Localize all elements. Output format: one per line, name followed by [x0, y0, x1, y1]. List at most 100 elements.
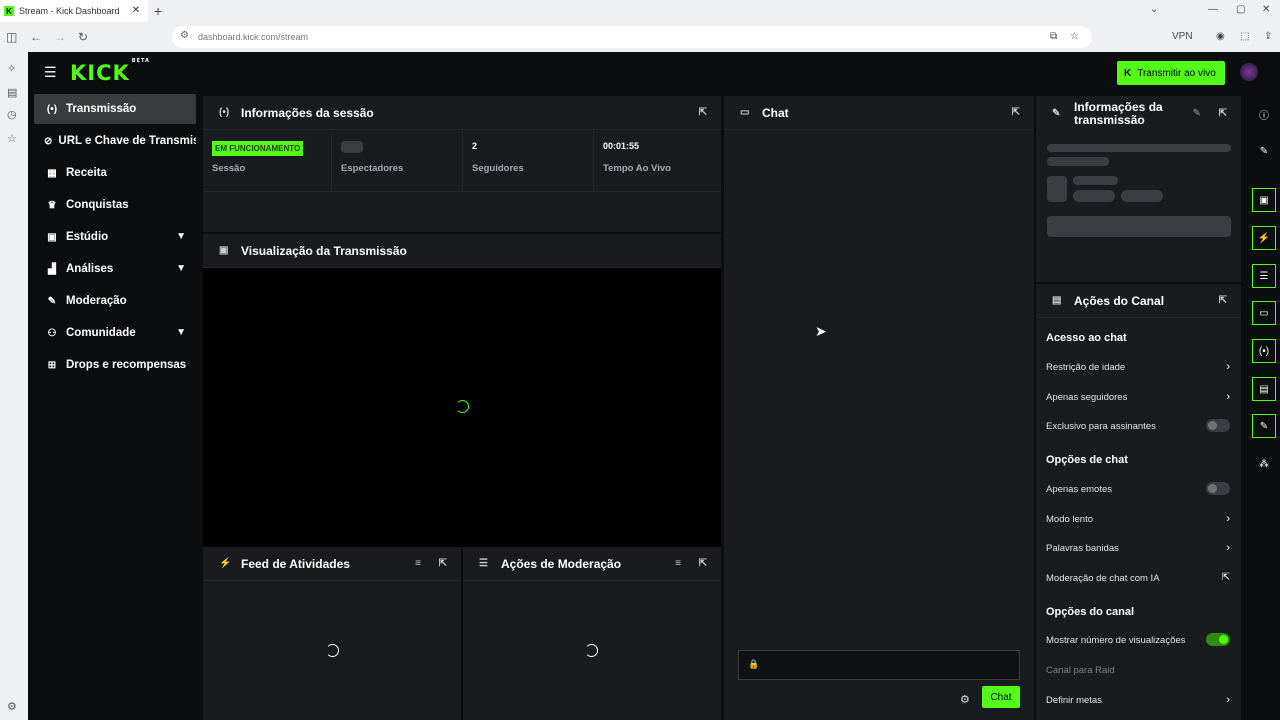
browser-tab[interactable]: K Stream - Kick Dashboard ✕: [0, 0, 148, 22]
popout-icon[interactable]: ⇱: [699, 107, 707, 118]
sidebar-item-comunidade[interactable]: ⚇ Comunidade ▼: [34, 318, 196, 348]
followers-only-item[interactable]: Apenas seguidores ›: [1046, 391, 1230, 403]
item-label: Exclusivo para assinantes: [1046, 421, 1156, 432]
slow-mode-item[interactable]: Modo lento ›: [1046, 513, 1230, 525]
subscribers-only-toggle[interactable]: [1206, 419, 1230, 432]
sidebar-item-drops[interactable]: ⊞ Drops e recompensas: [34, 350, 196, 380]
chevron-down-icon: ▼: [176, 231, 186, 242]
panel-title: Ações do Canal: [1074, 293, 1165, 308]
share-icon[interactable]: ⇪: [1264, 31, 1272, 42]
popout-icon[interactable]: ⇱: [1219, 108, 1227, 119]
show-view-count-toggle[interactable]: [1206, 633, 1230, 646]
ai-icon[interactable]: ✧: [7, 62, 16, 75]
sidebar-item-conquistas[interactable]: ♛ Conquistas: [34, 190, 196, 220]
lightning-icon[interactable]: ⚡: [1252, 226, 1276, 250]
close-tab-icon[interactable]: ✕: [132, 5, 140, 16]
menu-icon[interactable]: ☰: [44, 64, 57, 81]
filter-icon[interactable]: ≡: [415, 558, 421, 569]
banned-words-item[interactable]: Palavras banidas ›: [1046, 542, 1230, 554]
filter-icon[interactable]: ≡: [675, 558, 681, 569]
popout-icon[interactable]: ⇱: [439, 558, 447, 569]
raid-channel-item: Canal para Raid: [1046, 665, 1230, 676]
item-label: Mostrar número de visualizações: [1046, 635, 1186, 646]
reload-icon[interactable]: ↻: [78, 30, 88, 44]
stream-preview-panel: ▣ Visualização da Transmissão: [203, 234, 721, 547]
minimize-icon[interactable]: —: [1208, 4, 1218, 15]
new-tab-icon[interactable]: +: [154, 3, 162, 19]
skeleton-placeholder: [1073, 176, 1118, 185]
sidebar-item-receita[interactable]: ▦ Receita: [34, 158, 196, 188]
back-icon[interactable]: ←: [30, 30, 42, 44]
sidebar-item-estudio[interactable]: ▣ Estúdio ▼: [34, 222, 196, 252]
sidebar-item-analises[interactable]: ▟ Análises ▼: [34, 254, 196, 284]
forward-icon[interactable]: →: [54, 30, 66, 44]
close-window-icon[interactable]: ✕: [1262, 4, 1270, 15]
settings-icon[interactable]: ⚙: [7, 700, 17, 713]
site-info-icon[interactable]: ⚙: [180, 30, 189, 41]
popout-icon[interactable]: ⇱: [1012, 107, 1020, 118]
item-label: Apenas seguidores: [1046, 392, 1128, 403]
wallet-side-icon[interactable]: ▤: [7, 86, 17, 99]
sidebar-item-label: Conquistas: [66, 199, 129, 211]
loading-spinner: [456, 400, 469, 413]
moderation-actions-panel: ☰ Ações de Moderação ≡ ⇱: [463, 547, 721, 720]
favorites-icon[interactable]: ☆: [7, 132, 17, 145]
panel-title: Informações da sessão: [241, 105, 374, 120]
chat-input[interactable]: 🔒: [738, 650, 1020, 680]
emotes-only-toggle[interactable]: [1206, 482, 1230, 495]
show-view-count-item: Mostrar número de visualizações: [1046, 633, 1230, 646]
skeleton-placeholder: [1047, 216, 1231, 237]
sidebar-item-url-chave[interactable]: ⊘ URL e Chave de Transmissão: [34, 126, 196, 156]
stat-session: EM FUNCIONAMENTO Sessão: [203, 131, 332, 191]
broadcast-icon[interactable]: (•): [1252, 339, 1276, 363]
screenshot-icon[interactable]: ⧉: [1050, 31, 1057, 42]
go-live-label: Transmitir ao vivo: [1137, 67, 1216, 79]
subscribers-only-item: Exclusivo para assinantes: [1046, 419, 1230, 432]
wrench-icon[interactable]: ✎: [1252, 414, 1276, 438]
panel-title: Visualização da Transmissão: [241, 243, 407, 258]
chevron-down-icon[interactable]: ⌄: [1150, 4, 1158, 15]
maximize-icon[interactable]: ▢: [1236, 4, 1245, 15]
channel-actions-panel: ▤ Ações do Canal ⇱ Acesso ao chat Restri…: [1036, 284, 1241, 720]
gear-icon[interactable]: ⚙: [960, 693, 970, 706]
history-icon[interactable]: ◷: [7, 108, 17, 121]
video-icon[interactable]: ▣: [1252, 188, 1276, 212]
vpn-badge[interactable]: VPN: [1172, 31, 1193, 42]
wallet-icon[interactable]: ◉: [1216, 31, 1225, 42]
stat-followers: 2 Seguidores: [463, 131, 594, 191]
kick-logo[interactable]: KICK BETA: [70, 58, 149, 85]
set-goals-item[interactable]: Definir metas ›: [1046, 694, 1230, 706]
panel-header: ▤ Ações do Canal ⇱: [1036, 284, 1241, 318]
section-chat-options: Opções de chat: [1046, 454, 1128, 466]
edit-icon[interactable]: ✎: [1193, 108, 1201, 119]
ai-moderation-item[interactable]: Moderação de chat com IA ⇱: [1046, 572, 1230, 584]
chevron-down-icon: ▼: [176, 263, 186, 274]
list-icon[interactable]: ☰: [1252, 264, 1276, 288]
bookmark-icon[interactable]: ☆: [1070, 31, 1079, 42]
sidebar-item-transmissao[interactable]: (•) Transmissão: [34, 94, 196, 124]
chat-icon[interactable]: ▭: [1252, 301, 1276, 325]
layout-icon[interactable]: ⁂: [1252, 452, 1276, 476]
extensions-icon[interactable]: ⬚: [1240, 31, 1249, 42]
chart-icon: ▦: [47, 167, 57, 179]
go-live-button[interactable]: K Transmitir ao vivo: [1117, 61, 1225, 85]
sidebar-item-moderacao[interactable]: ✎ Moderação: [34, 286, 196, 316]
channel-icon[interactable]: ▤: [1252, 377, 1276, 401]
panel-header: (•) Informações da sessão ⇱: [203, 96, 721, 130]
drops-icon: ⊞: [47, 359, 57, 371]
edit-icon[interactable]: ✎: [1252, 139, 1276, 163]
avatar[interactable]: [1240, 63, 1258, 81]
stat-viewers: Espectadores: [332, 131, 463, 191]
sidebar-toggle-icon[interactable]: ◫: [6, 30, 17, 44]
community-icon: ⚇: [47, 327, 57, 339]
sidebar-item-label: URL e Chave de Transmissão: [58, 135, 196, 147]
browser-side-strip: ✧ ▤ ◷ ☆ ⚙: [0, 52, 28, 720]
info-icon[interactable]: ⓘ: [1252, 102, 1276, 126]
age-restriction-item[interactable]: Restrição de idade ›: [1046, 361, 1230, 373]
url-input[interactable]: ⚙ dashboard.kick.com/stream: [172, 26, 1092, 48]
session-info-panel: (•) Informações da sessão ⇱ EM FUNCIONAM…: [203, 96, 721, 232]
chat-send-button[interactable]: Chat: [982, 686, 1020, 708]
sidebar-item-label: Comunidade: [66, 327, 136, 339]
popout-icon[interactable]: ⇱: [1219, 295, 1227, 306]
popout-icon[interactable]: ⇱: [699, 558, 707, 569]
